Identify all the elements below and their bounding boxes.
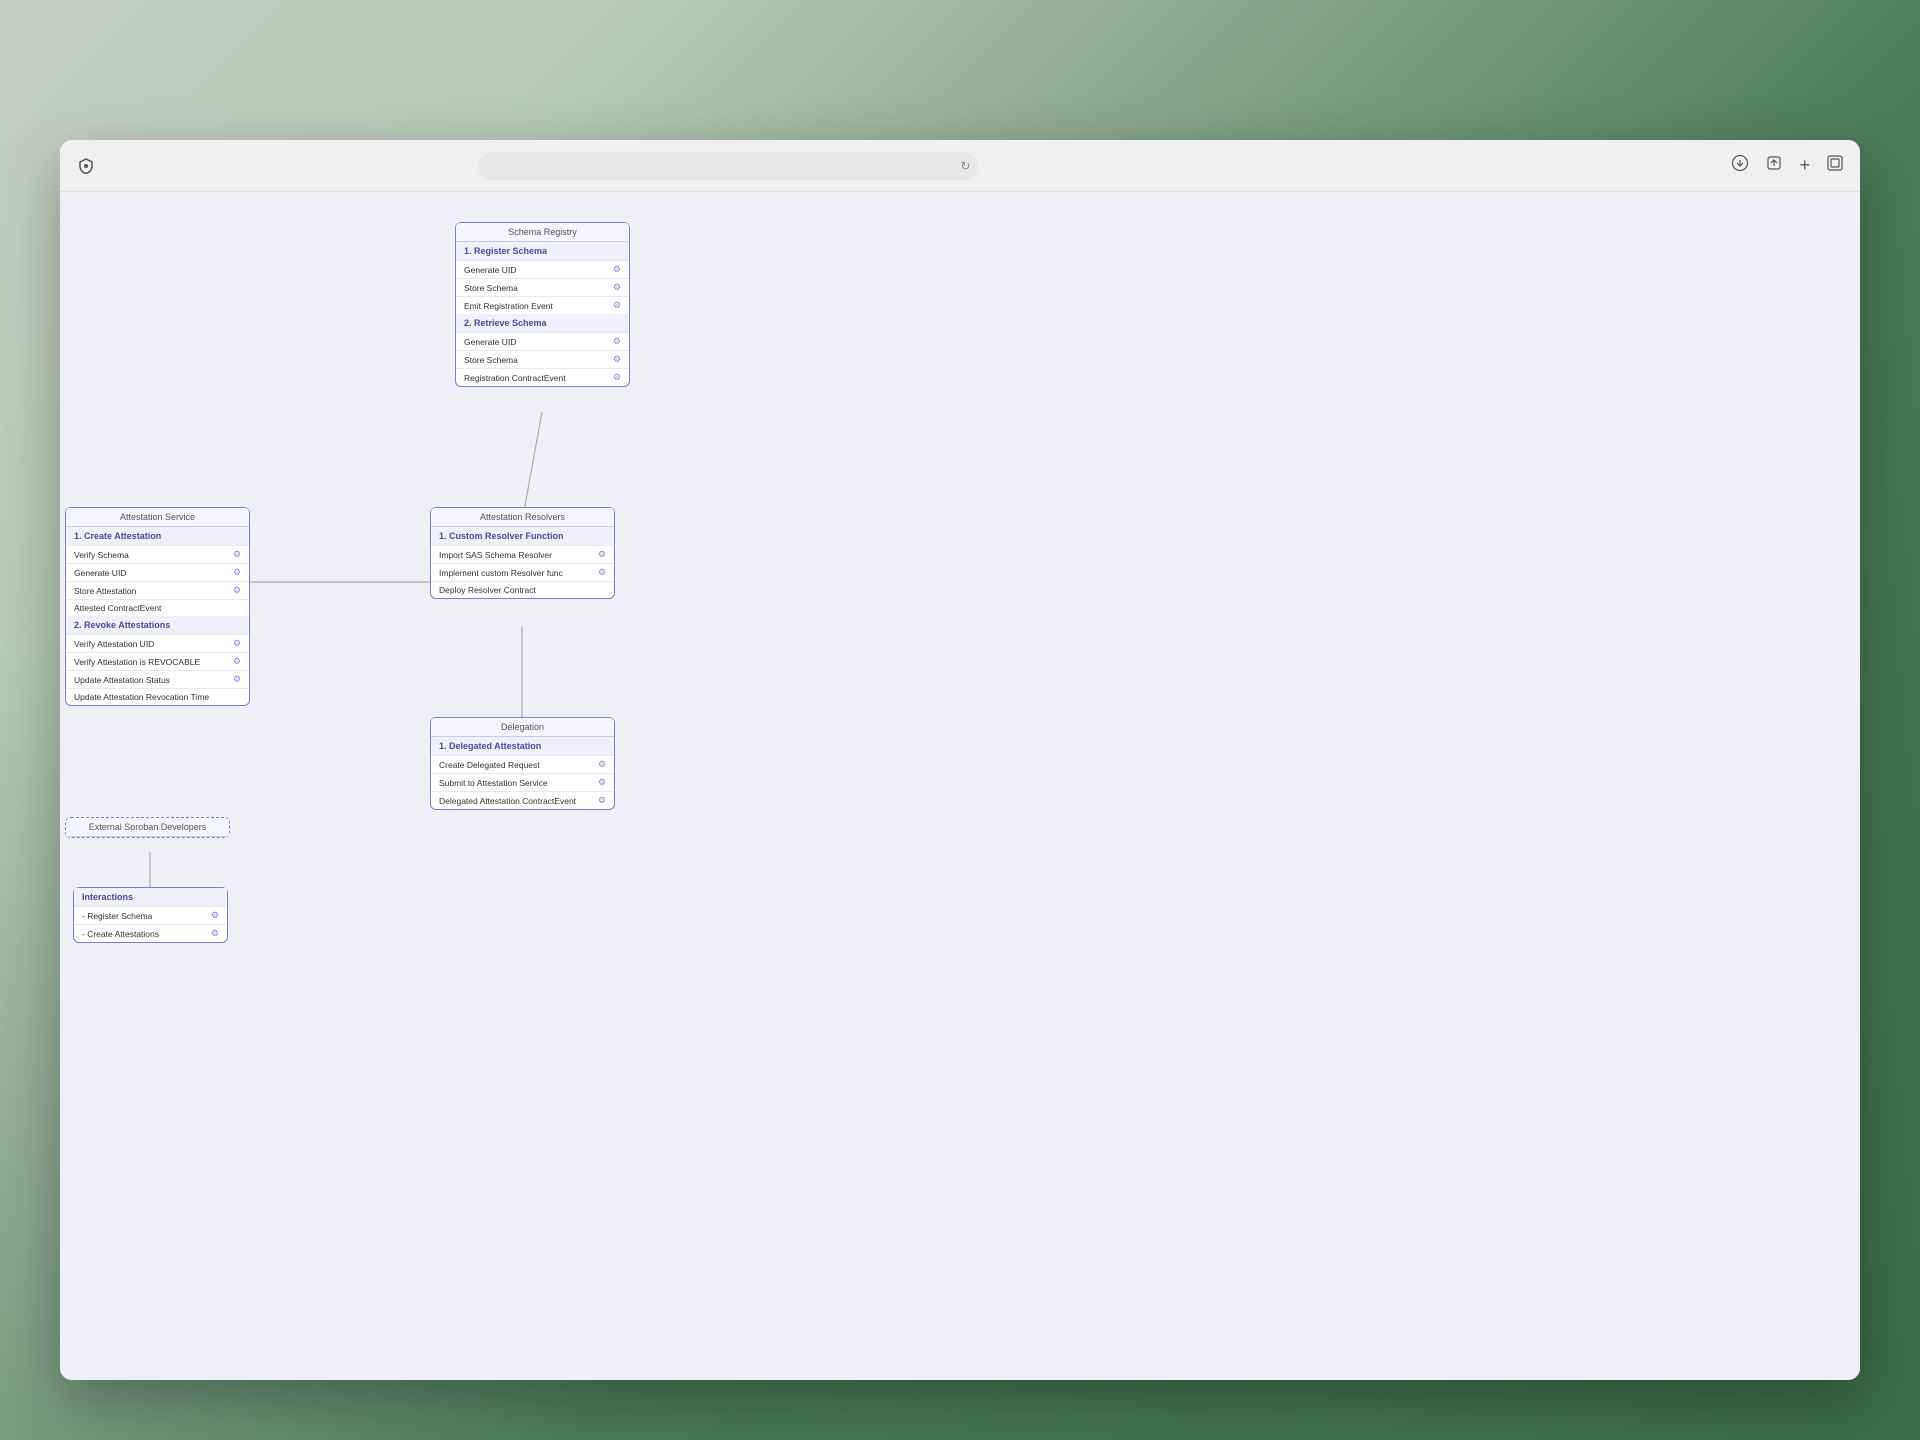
attestation-resolvers-node: Attestation Resolvers 1. Custom Resolver… — [430, 507, 615, 599]
gear-icon: ⚙ — [233, 638, 241, 649]
node-row: Emit Registration Event ⚙ — [456, 296, 629, 314]
gear-icon: ⚙ — [233, 549, 241, 560]
browser-chrome: ↻ + — [60, 140, 1860, 192]
node-row: Import SAS Schema Resolver ⚙ — [431, 545, 614, 563]
node-row: Registration ContractEvent ⚙ — [456, 368, 629, 386]
browser-window: ↻ + — [60, 140, 1860, 1380]
gear-icon: ⚙ — [598, 795, 606, 806]
node-row: Generate UID ⚙ — [66, 563, 249, 581]
attestation-resolvers-title: Attestation Resolvers — [431, 508, 614, 527]
delegation-section1-header: 1. Delegated Attestation — [431, 737, 614, 755]
interactions-node: Interactions - Register Schema ⚙ - Creat… — [73, 887, 228, 943]
new-tab-icon[interactable]: + — [1799, 155, 1810, 176]
schema-registry-title: Schema Registry — [456, 223, 629, 242]
gear-icon: ⚙ — [598, 549, 606, 560]
schema-registry-node: Schema Registry 1. Register Schema Gener… — [455, 222, 630, 387]
node-row: Store Schema ⚙ — [456, 350, 629, 368]
delegation-title: Delegation — [431, 718, 614, 737]
gear-icon: ⚙ — [233, 674, 241, 685]
delegation-node: Delegation 1. Delegated Attestation Crea… — [430, 717, 615, 810]
node-row: Attested ContractEvent — [66, 599, 249, 616]
gear-icon: ⚙ — [613, 372, 621, 383]
gear-icon: ⚙ — [233, 567, 241, 578]
gear-icon: ⚙ — [613, 354, 621, 365]
attestation-service-node: Attestation Service 1. Create Attestatio… — [65, 507, 250, 706]
gear-icon: ⚙ — [211, 928, 219, 939]
attestation-resolvers-section1-header: 1. Custom Resolver Function — [431, 527, 614, 545]
gear-icon: ⚙ — [233, 656, 241, 667]
node-row: Store Schema ⚙ — [456, 278, 629, 296]
attestation-service-section1-header: 1. Create Attestation — [66, 527, 249, 545]
interactions-header: Interactions — [74, 888, 227, 906]
schema-registry-section2-header: 2. Retrieve Schema — [456, 314, 629, 332]
attestation-service-title: Attestation Service — [66, 508, 249, 527]
gear-icon: ⚙ — [211, 910, 219, 921]
node-row: Update Attestation Revocation Time — [66, 688, 249, 705]
node-row: Deploy Resolver Contract — [431, 581, 614, 598]
gear-icon: ⚙ — [613, 282, 621, 293]
create-delegated-request-row: Create Delegated Request ⚙ — [431, 755, 614, 773]
gear-icon: ⚙ — [598, 777, 606, 788]
gear-icon: ⚙ — [598, 759, 606, 770]
share-icon[interactable] — [1765, 154, 1783, 177]
node-row: Update Attestation Status ⚙ — [66, 670, 249, 688]
gear-icon: ⚙ — [613, 336, 621, 347]
schema-registry-section1-header: 1. Register Schema — [456, 242, 629, 260]
external-soroban-title: External Soroban Developers — [66, 818, 229, 837]
browser-actions: + — [1731, 154, 1844, 177]
create-delegated-request-label: Create Delegated Request — [439, 760, 540, 770]
node-row: Delegated Attestation ContractEvent ⚙ — [431, 791, 614, 809]
node-row: Store Attestation ⚙ — [66, 581, 249, 599]
node-row: Verify Attestation is REVOCABLE ⚙ — [66, 652, 249, 670]
address-bar[interactable]: ↻ — [478, 152, 978, 180]
node-row: - Create Attestations ⚙ — [74, 924, 227, 942]
connections-svg — [60, 192, 1860, 1380]
node-row: Generate UID ⚙ — [456, 332, 629, 350]
node-row: Implement custom Resolver func ⚙ — [431, 563, 614, 581]
node-row: Verify Attestation UID ⚙ — [66, 634, 249, 652]
shield-icon — [76, 156, 96, 176]
download-icon[interactable] — [1731, 154, 1749, 177]
canvas-area[interactable]: Schema Registry 1. Register Schema Gener… — [60, 192, 1860, 1380]
attestation-service-section2-header: 2. Revoke Attestations — [66, 616, 249, 634]
gear-icon: ⚙ — [613, 300, 621, 311]
gear-icon: ⚙ — [613, 264, 621, 275]
tabs-icon[interactable] — [1826, 154, 1844, 177]
node-row: Generate UID ⚙ — [456, 260, 629, 278]
node-row: Verify Schema ⚙ — [66, 545, 249, 563]
external-soroban-node: External Soroban Developers — [65, 817, 230, 838]
gear-icon: ⚙ — [233, 585, 241, 596]
refresh-icon[interactable]: ↻ — [960, 159, 970, 173]
node-row: - Register Schema ⚙ — [74, 906, 227, 924]
gear-icon: ⚙ — [598, 567, 606, 578]
node-row: Submit to Attestation Service ⚙ — [431, 773, 614, 791]
